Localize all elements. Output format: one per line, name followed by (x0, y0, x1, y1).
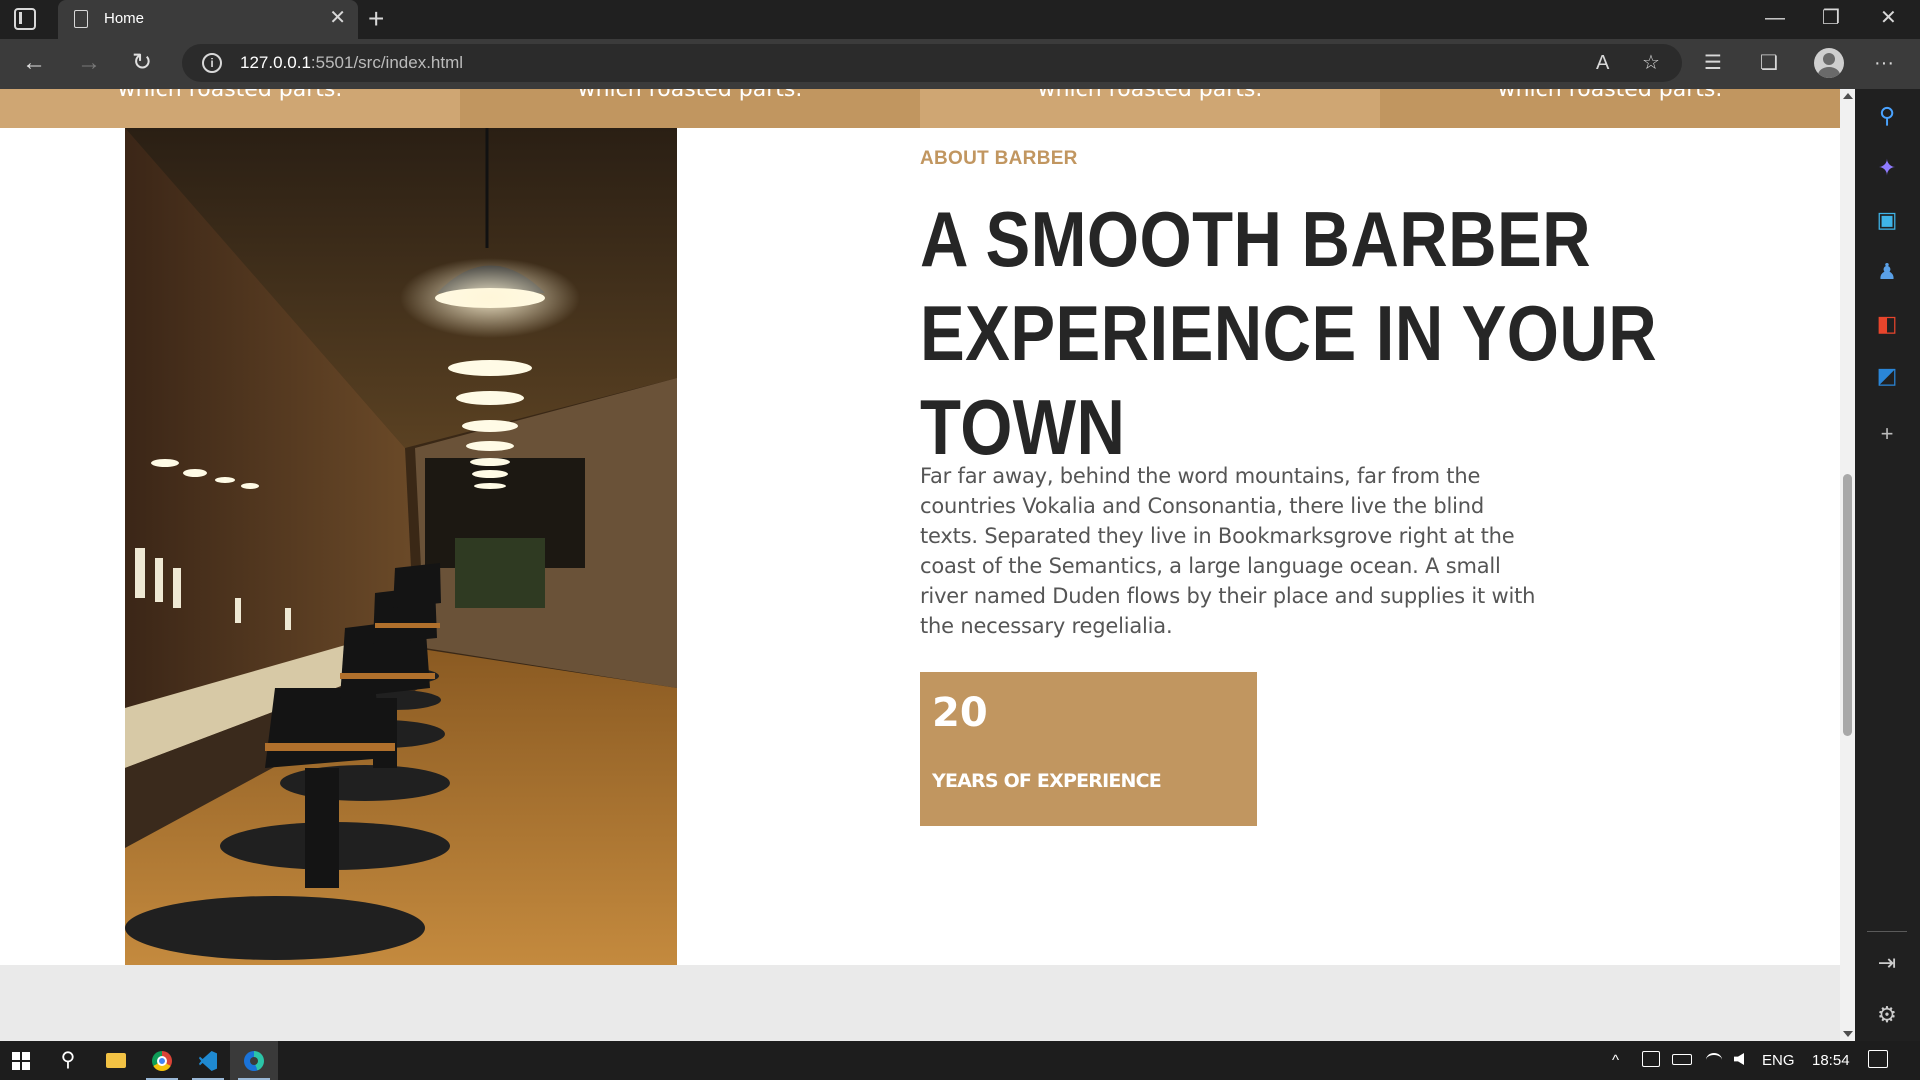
reload-icon[interactable]: ↻ (132, 49, 152, 77)
battery-icon[interactable] (1672, 1054, 1692, 1065)
file-explorer-icon[interactable] (92, 1041, 140, 1080)
experience-stat-box: 20 YEARS OF EXPERIENCE (920, 672, 1257, 826)
add-app-icon[interactable]: + (1873, 420, 1901, 448)
wifi-icon[interactable] (1706, 1053, 1722, 1067)
window-close-button[interactable]: ✕ (1880, 6, 1897, 30)
clock[interactable]: 18:54 (1812, 1051, 1850, 1071)
tab-title: Home (104, 10, 145, 27)
profile-avatar[interactable] (1814, 48, 1844, 78)
service-text: which roasted parts. (577, 89, 803, 102)
restore-button[interactable]: ❐ (1822, 6, 1840, 30)
service-card: which roasted parts. (1380, 89, 1840, 128)
notifications-icon[interactable] (1868, 1050, 1888, 1068)
tools-icon[interactable]: ▣ (1873, 206, 1901, 234)
start-button[interactable] (0, 1041, 48, 1080)
barbershop-illustration (125, 128, 677, 965)
language-indicator[interactable]: ENG (1762, 1051, 1795, 1071)
page-scrollbar[interactable] (1840, 89, 1855, 1041)
browser-tab-home[interactable]: Home ✕ (58, 0, 358, 39)
close-tab-icon[interactable]: ✕ (329, 8, 346, 28)
new-tab-button[interactable]: + (368, 4, 384, 34)
collections-icon[interactable]: ❏ (1760, 51, 1778, 75)
site-info-icon[interactable]: i (202, 53, 222, 73)
page-icon (74, 10, 88, 28)
section-eyebrow: ABOUT BARBER (920, 148, 1078, 169)
url-path: :5501/src/index.html (310, 53, 464, 72)
copilot-icon[interactable]: ✦ (1873, 154, 1901, 182)
service-card: which roasted parts. (920, 89, 1380, 128)
services-strip: which roasted parts. which roasted parts… (0, 89, 1840, 128)
service-card: which roasted parts. (460, 89, 920, 128)
stat-label: YEARS OF EXPERIENCE (932, 770, 1162, 792)
edge-icon[interactable] (230, 1041, 278, 1080)
service-text: which roasted parts. (117, 89, 343, 102)
tray-chevron-icon[interactable]: ^ (1612, 1051, 1619, 1071)
games-icon[interactable]: ♟ (1873, 258, 1901, 286)
url-host: 127.0.0.1 (240, 53, 311, 72)
add-favorite-icon[interactable]: ☆ (1642, 51, 1660, 75)
windows-logo-icon (12, 1052, 30, 1070)
more-menu-icon[interactable]: ··· (1874, 51, 1894, 75)
heading-line-2: EXPERIENCE IN YOUR TOWN (920, 289, 1658, 471)
taskbar-search-icon[interactable]: ⚲ (44, 1041, 92, 1080)
chrome-icon[interactable] (138, 1041, 186, 1080)
about-paragraph: Far far away, behind the word mountains,… (920, 464, 1536, 638)
hide-sidebar-icon[interactable]: ⇥ (1873, 949, 1901, 977)
edge-sidebar: ⚲ ✦ ▣ ♟ ◧ ◩ + ⇥ ⚙ (1855, 89, 1920, 1041)
forward-icon[interactable]: → (77, 49, 101, 77)
volume-muted-icon[interactable] (1734, 1053, 1744, 1065)
minimize-button[interactable]: — (1765, 6, 1785, 30)
office-icon[interactable]: ◧ (1873, 310, 1901, 338)
scroll-down-arrow-icon[interactable] (1843, 1031, 1853, 1037)
scroll-thumb[interactable] (1843, 474, 1852, 736)
service-text: which roasted parts. (1497, 89, 1723, 102)
sidebar-divider (1867, 931, 1907, 932)
scroll-up-arrow-icon[interactable] (1843, 93, 1853, 99)
favorites-icon[interactable]: ☰ (1704, 51, 1722, 75)
back-icon[interactable]: ← (22, 49, 46, 77)
vscode-icon[interactable] (184, 1041, 232, 1080)
tab-actions-icon[interactable] (14, 8, 36, 30)
security-tray-icon[interactable] (1642, 1051, 1660, 1067)
settings-icon[interactable]: ⚙ (1873, 1001, 1901, 1029)
page-viewport: which roasted parts. which roasted parts… (0, 89, 1840, 1041)
search-icon[interactable]: ⚲ (1873, 102, 1901, 130)
heading-line-1: A SMOOTH BARBER (920, 195, 1592, 283)
address-bar[interactable]: i 127.0.0.1:5501/src/index.html (182, 44, 1682, 82)
browser-title-bar: Home ✕ + — ❐ ✕ (0, 0, 1920, 39)
service-card: which roasted parts. (0, 89, 460, 128)
section-heading: A SMOOTH BARBER EXPERIENCE IN YOUR TOWN (920, 192, 1694, 474)
outlook-icon[interactable]: ◩ (1873, 362, 1901, 390)
browser-toolbar: ← → ↻ i 127.0.0.1:5501/src/index.html A … (0, 39, 1920, 89)
read-aloud-icon[interactable]: A (1596, 51, 1609, 75)
url-text[interactable]: 127.0.0.1:5501/src/index.html (240, 53, 463, 73)
barbershop-photo (125, 128, 677, 965)
next-section-band (0, 965, 1840, 1041)
service-text: which roasted parts. (1037, 89, 1263, 102)
windows-taskbar: ⚲ ^ ENG 18:54 (0, 1041, 1920, 1080)
stat-number: 20 (932, 690, 988, 736)
